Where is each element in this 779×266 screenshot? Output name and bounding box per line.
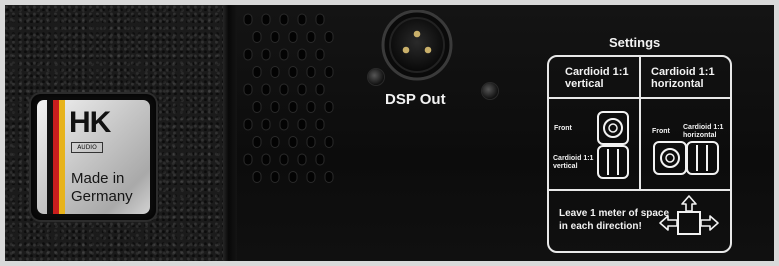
spacing-arrows-icon — [659, 195, 719, 235]
vertical-front-label: Front — [554, 125, 572, 132]
space-note-line1: Leave 1 meter of space — [559, 208, 670, 219]
horizontal-cardioid-label-line1: Cardioid 1:1 — [683, 124, 724, 131]
vertical-cardioid-label-line2: vertical — [553, 163, 578, 170]
horizontal-header-line2: horizontal — [651, 78, 704, 90]
speaker-horizontal-icon — [653, 141, 719, 175]
device-photo: HK AUDIO Made in Germany DSP Out Setting… — [0, 0, 779, 266]
horizontal-front-label: Front — [652, 128, 670, 135]
vertical-header-line2: vertical — [565, 78, 604, 90]
vertical-header-line1: Cardioid 1:1 — [565, 66, 629, 78]
horizontal-header-line1: Cardioid 1:1 — [651, 66, 715, 78]
vertical-cardioid-label-line1: Cardioid 1:1 — [553, 155, 594, 162]
speaker-vertical-icon — [597, 111, 629, 179]
horizontal-cardioid-label-line2: horizontal — [683, 132, 717, 139]
space-note-line2: in each direction! — [559, 221, 642, 232]
